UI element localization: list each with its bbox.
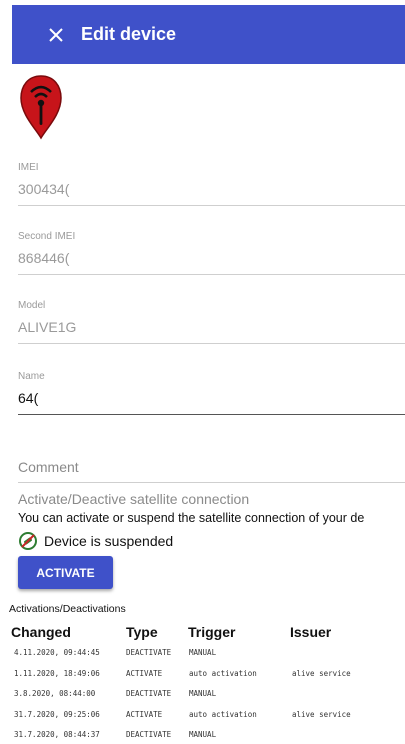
column-header-changed: Changed — [11, 624, 71, 640]
page-title: Edit device — [81, 24, 177, 44]
name-label: Name — [18, 371, 45, 382]
history-cell-trigger: auto activation — [189, 710, 257, 719]
history-cell-trigger: MANUAL — [189, 648, 217, 657]
history-cell-issuer: alive service — [292, 669, 351, 678]
history-cell-type: DEACTIVATE — [126, 648, 172, 657]
activate-button[interactable]: ACTIVATE — [18, 556, 113, 589]
history-cell-type: DEACTIVATE — [126, 689, 172, 698]
column-header-issuer: Issuer — [290, 624, 332, 640]
close-icon — [49, 27, 63, 42]
second-imei-underline — [18, 274, 405, 275]
name-value: 64( — [18, 390, 39, 406]
satellite-section-title: Activate/Deactive satellite connection — [18, 491, 250, 507]
name-underline — [18, 414, 405, 415]
comment-underline — [18, 482, 405, 483]
history-cell-type: DEACTIVATE — [126, 730, 172, 739]
history-cell-trigger: MANUAL — [189, 730, 217, 739]
model-label: Model — [18, 300, 46, 311]
second-imei-label: Second IMEI — [18, 231, 76, 242]
name-field[interactable]: Name 64( — [18, 371, 405, 415]
model-value: ALIVE1G — [18, 319, 77, 335]
imei-field[interactable]: IMEI 300434( — [18, 162, 405, 206]
history-cell-changed: 31.7.2020, 08:44:37 — [14, 730, 100, 739]
status-text: Device is suspended — [44, 533, 174, 549]
history-cell-changed: 3.8.2020, 08:44:00 — [14, 689, 96, 698]
model-field[interactable]: Model ALIVE1G — [18, 300, 405, 344]
history-cell-trigger: MANUAL — [189, 689, 217, 698]
history-cell-type: ACTIVATE — [126, 710, 163, 719]
history-cell-trigger: auto activation — [189, 669, 257, 678]
history-cell-changed: 4.11.2020, 09:44:45 — [14, 648, 100, 657]
column-header-trigger: Trigger — [188, 624, 236, 640]
history-cell-type: ACTIVATE — [126, 669, 163, 678]
imei-underline — [18, 205, 405, 206]
imei-value: 300434( — [18, 181, 70, 197]
history-title: Activations/Deactivations — [9, 603, 126, 615]
second-imei-value: 868446( — [18, 250, 70, 266]
device-status: Device is suspended — [18, 531, 173, 551]
red-pin-tracker-icon — [20, 75, 62, 140]
comment-field[interactable]: Comment — [18, 459, 405, 483]
app-bar: Edit device — [12, 5, 405, 64]
history-cell-changed: 31.7.2020, 09:25:06 — [14, 710, 100, 719]
comment-placeholder: Comment — [18, 459, 79, 475]
close-button[interactable] — [45, 24, 67, 46]
column-header-type: Type — [126, 624, 158, 640]
imei-label: IMEI — [18, 162, 39, 173]
history-cell-changed: 1.11.2020, 18:49:06 — [14, 669, 100, 678]
satellite-status-icon — [19, 532, 37, 550]
satellite-description: You can activate or suspend the satellit… — [18, 511, 365, 525]
history-cell-issuer: alive service — [292, 710, 351, 719]
second-imei-field[interactable]: Second IMEI 868446( — [18, 231, 405, 275]
model-underline — [18, 343, 405, 344]
